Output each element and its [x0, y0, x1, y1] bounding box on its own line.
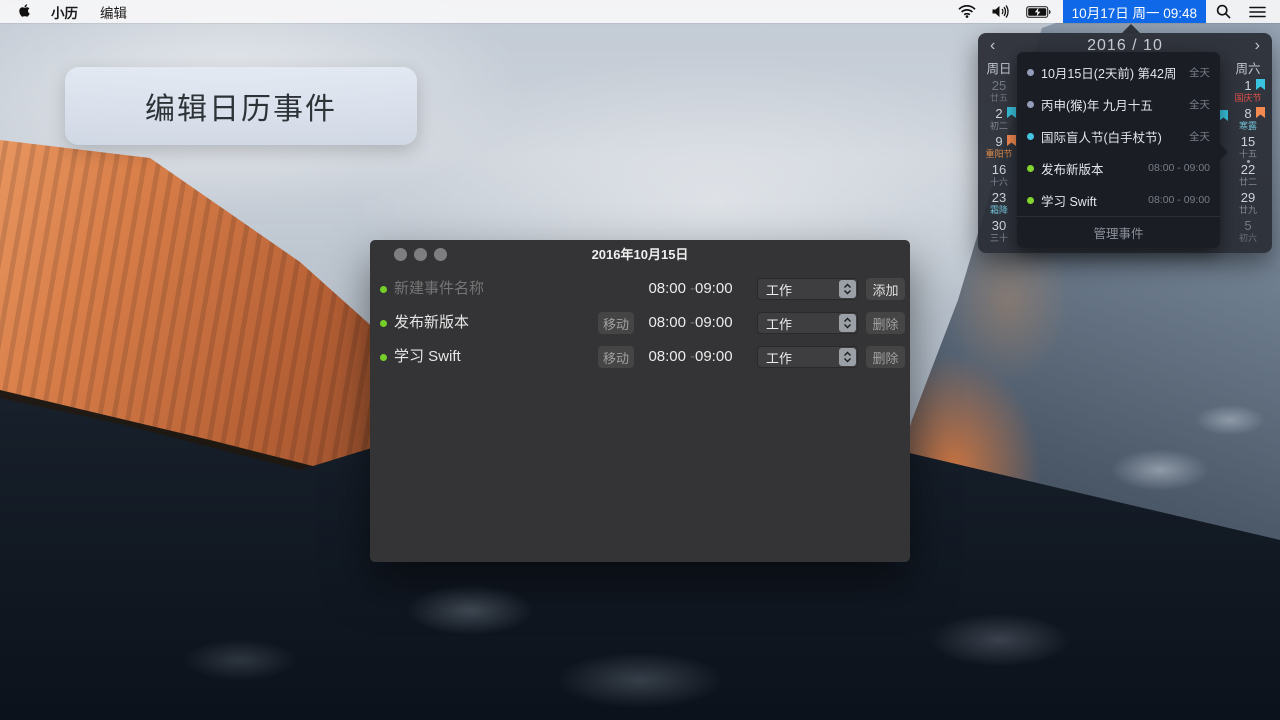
category-select[interactable]: 工作 [757, 312, 858, 334]
bookmark-flag-icon [1219, 110, 1228, 121]
menu-edit[interactable]: 编辑 [100, 2, 127, 22]
start-time-field[interactable]: 08:00 [632, 340, 686, 374]
category-select[interactable]: 工作 [757, 278, 858, 300]
add-button[interactable]: 添加 [866, 278, 905, 300]
event-editor-row: 发布新版本 移动 08:00 -09:00 工作 删除 [370, 306, 910, 340]
day-cell[interactable]: 9 重阳节 [978, 135, 1020, 163]
day-cell[interactable]: 25 廿五 [978, 79, 1020, 107]
event-name[interactable]: 发布新版本 [394, 306, 469, 340]
day-cell[interactable]: 5 初六 [1225, 219, 1271, 247]
event-dot-icon [1027, 133, 1034, 140]
day-cell[interactable]: 16 十六 [978, 163, 1020, 191]
event-dot-icon [1027, 197, 1034, 204]
select-stepper-icon [839, 280, 856, 298]
weekday-header: 周日 [978, 61, 1020, 79]
event-list-item[interactable]: 10月15日(2天前) 第42周 全天 [1027, 56, 1210, 88]
calendar-column-sunday: 周日 25 廿五 2 初二 9 重阳节 16 十六 23 霜降 30 三十 [978, 61, 1020, 247]
event-list-item[interactable]: 丙申(猴)年 九月十五 全天 [1027, 88, 1210, 120]
day-cell[interactable]: 30 三十 [978, 219, 1020, 247]
end-time-field[interactable]: -09:00 [690, 272, 733, 306]
tooltip-label: 编辑日历事件 [145, 84, 337, 128]
new-event-name-input[interactable]: 新建事件名称 [394, 272, 484, 306]
calendar-column-saturday: 周六 1 国庆节 8 寒露 15 十五 22 廿二 29 廿九 5 初六 [1225, 61, 1271, 247]
battery-charging-icon[interactable] [1018, 0, 1059, 23]
day-cell[interactable]: 22 廿二 [1225, 163, 1271, 191]
next-month-button[interactable]: › [1255, 38, 1260, 54]
day-cell-selected[interactable]: 15 十五 [1225, 135, 1271, 163]
event-list-item[interactable]: 学习 Swift 08:00 - 09:00 [1027, 184, 1210, 216]
end-time-field[interactable]: -09:00 [690, 306, 733, 340]
event-dot-icon [380, 320, 387, 327]
events-popover: 10月15日(2天前) 第42周 全天 丙申(猴)年 九月十五 全天 国际盲人节… [1017, 52, 1220, 248]
day-cell[interactable]: 8 寒露 [1225, 107, 1271, 135]
menubar-clock[interactable]: 10月17日 周一 09:48 [1063, 0, 1206, 23]
event-dot-icon [1027, 69, 1034, 76]
wifi-icon[interactable] [950, 0, 984, 23]
start-time-field[interactable]: 08:00 [632, 272, 686, 306]
day-cell[interactable]: 2 初二 [978, 107, 1020, 135]
notification-list-icon[interactable] [1241, 0, 1280, 23]
event-list-item[interactable]: 发布新版本 08:00 - 09:00 [1027, 152, 1210, 184]
event-dot-icon [1027, 101, 1034, 108]
window-titlebar: 2016年10月15日 [370, 240, 910, 268]
event-dot-icon [1027, 165, 1034, 172]
window-title: 2016年10月15日 [370, 240, 910, 270]
apple-icon [18, 3, 31, 21]
prev-month-button[interactable]: ‹ [990, 38, 995, 54]
delete-button[interactable]: 删除 [866, 346, 905, 368]
search-icon[interactable] [1206, 0, 1241, 23]
manage-events-button[interactable]: 管理事件 [1017, 216, 1220, 247]
category-select[interactable]: 工作 [757, 346, 858, 368]
event-list-item[interactable]: 国际盲人节(白手杖节) 全天 [1027, 120, 1210, 152]
day-cell[interactable]: 23 霜降 [978, 191, 1020, 219]
menu-bar: 小历 编辑 10月17日 周一 09:48 [0, 0, 1280, 23]
day-cell[interactable]: 1 国庆节 [1225, 79, 1271, 107]
zoom-button[interactable] [434, 248, 447, 261]
apple-menu[interactable] [18, 3, 31, 21]
minimize-button[interactable] [414, 248, 427, 261]
select-stepper-icon [839, 348, 856, 366]
event-editor-row: 学习 Swift 移动 08:00 -09:00 工作 删除 [370, 340, 910, 374]
event-editor-row: 新建事件名称 08:00 -09:00 工作 添加 [370, 272, 910, 306]
day-cell[interactable]: 29 廿九 [1225, 191, 1271, 219]
calendar-panel: ‹ 2016 / 10 › 周日 25 廿五 2 初二 9 重阳节 16 十六 … [978, 33, 1272, 253]
move-button[interactable]: 移动 [598, 312, 634, 334]
volume-icon[interactable] [984, 0, 1018, 23]
close-button[interactable] [394, 248, 407, 261]
menu-app-name[interactable]: 小历 [51, 2, 78, 22]
weekday-header: 周六 [1225, 61, 1271, 79]
start-time-field[interactable]: 08:00 [632, 306, 686, 340]
move-button[interactable]: 移动 [598, 346, 634, 368]
select-stepper-icon [839, 314, 856, 332]
event-dot-icon [380, 354, 387, 361]
event-name[interactable]: 学习 Swift [394, 340, 461, 374]
event-editor-window: 2016年10月15日 新建事件名称 08:00 -09:00 工作 添加 发布… [370, 240, 910, 562]
event-dot-icon [380, 286, 387, 293]
delete-button[interactable]: 删除 [866, 312, 905, 334]
tooltip-edit-calendar-events: 编辑日历事件 [65, 67, 417, 145]
end-time-field[interactable]: -09:00 [690, 340, 733, 374]
